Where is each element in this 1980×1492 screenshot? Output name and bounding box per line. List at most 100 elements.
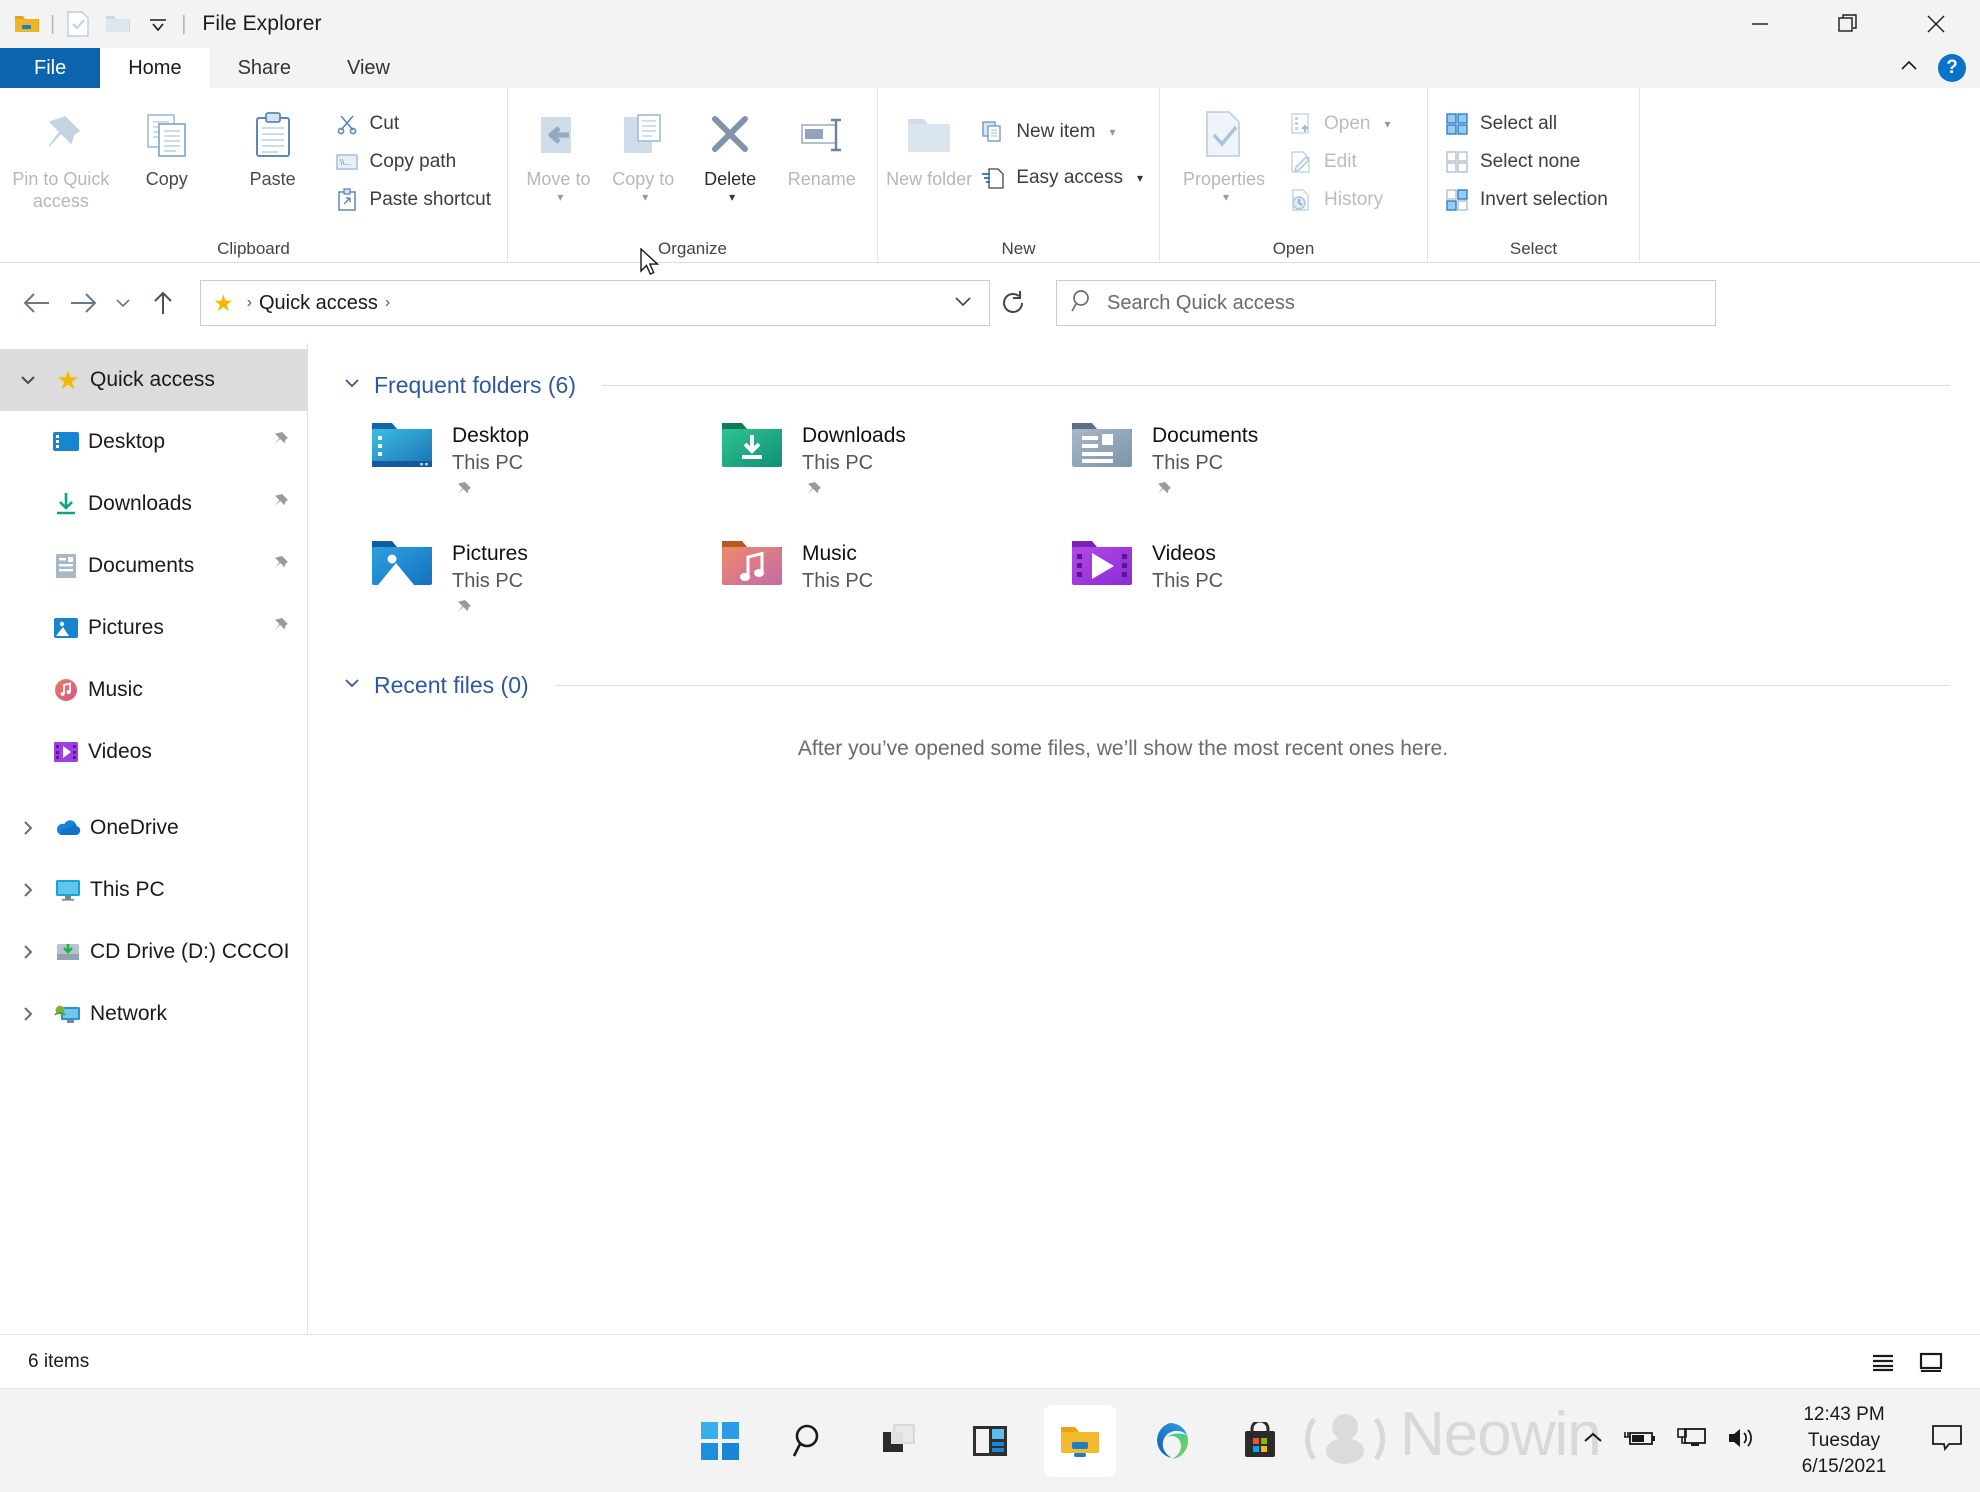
- sidebar-item-onedrive[interactable]: OneDrive: [0, 797, 307, 859]
- folder-item-pictures[interactable]: Pictures This PC: [370, 535, 720, 631]
- clock[interactable]: 12:43 PM Tuesday 6/15/2021: [1774, 1402, 1914, 1480]
- pin-icon[interactable]: [452, 597, 528, 624]
- up-button[interactable]: [140, 280, 186, 326]
- new-folder-icon[interactable]: [99, 5, 137, 43]
- chevron-down-icon[interactable]: [10, 373, 46, 387]
- details-view-button[interactable]: [1866, 1345, 1900, 1379]
- paste-shortcut-button[interactable]: Paste shortcut: [326, 184, 499, 216]
- volume-icon[interactable]: [1726, 1425, 1758, 1456]
- start-button[interactable]: [684, 1405, 756, 1477]
- properties-button[interactable]: Properties ▾: [1168, 98, 1280, 204]
- frequent-folders-header[interactable]: Frequent folders (6): [326, 343, 1980, 401]
- battery-icon[interactable]: [1622, 1426, 1658, 1455]
- pin-icon[interactable]: [269, 553, 291, 580]
- collapse-ribbon-button[interactable]: [1898, 58, 1920, 79]
- rename-button[interactable]: Rename: [774, 98, 869, 190]
- sidebar-item-pictures[interactable]: Pictures: [0, 597, 307, 659]
- edge-button[interactable]: [1134, 1405, 1206, 1477]
- pin-icon[interactable]: [269, 491, 291, 518]
- copy-path-button[interactable]: \\... Copy path: [326, 146, 499, 178]
- sidebar-item-quick-access[interactable]: ★ Quick access: [0, 349, 307, 411]
- properties-icon[interactable]: [59, 5, 97, 43]
- history-button[interactable]: History: [1280, 184, 1399, 216]
- minimize-button[interactable]: [1716, 0, 1804, 48]
- delete-button[interactable]: Delete ▾: [686, 98, 775, 204]
- breadcrumb[interactable]: Quick access: [259, 292, 378, 315]
- pin-icon[interactable]: [269, 429, 291, 456]
- folder-item-music[interactable]: Music This PC: [720, 535, 1070, 631]
- select-none-button[interactable]: Select none: [1436, 146, 1616, 178]
- sidebar-item-desktop[interactable]: Desktop: [0, 411, 307, 473]
- easy-access-button[interactable]: Easy access ▾: [972, 162, 1151, 194]
- properties-caret-icon[interactable]: ▾: [1223, 190, 1229, 204]
- close-button[interactable]: [1892, 0, 1980, 48]
- sidebar-item-documents[interactable]: Documents: [0, 535, 307, 597]
- explorer-icon[interactable]: [8, 5, 46, 43]
- help-button[interactable]: ?: [1938, 54, 1966, 82]
- easy-access-caret-icon[interactable]: ▾: [1137, 171, 1143, 185]
- breadcrumb-separator-2[interactable]: ›: [378, 294, 397, 312]
- tray-expand-button[interactable]: [1580, 1429, 1606, 1452]
- delete-caret-icon[interactable]: ▾: [729, 190, 735, 204]
- folder-item-desktop[interactable]: Desktop This PC: [370, 417, 720, 513]
- tab-share[interactable]: Share: [210, 48, 319, 88]
- sidebar-item-this-pc[interactable]: This PC: [0, 859, 307, 921]
- copy-button[interactable]: Copy: [114, 98, 220, 190]
- edit-button[interactable]: Edit: [1280, 146, 1399, 178]
- tab-view[interactable]: View: [319, 48, 418, 88]
- pin-icon[interactable]: [802, 479, 906, 506]
- chevron-right-icon[interactable]: [10, 943, 46, 961]
- folder-item-videos[interactable]: Videos This PC: [1070, 535, 1420, 631]
- recent-files-header[interactable]: Recent files (0): [326, 631, 1980, 689]
- file-explorer-button[interactable]: [1044, 1405, 1116, 1477]
- sidebar-item-network[interactable]: Network: [0, 983, 307, 1045]
- chevron-down-icon[interactable]: [342, 675, 362, 695]
- copy-to-button[interactable]: Copy to ▾: [601, 98, 686, 204]
- move-to-button[interactable]: Move to ▾: [516, 98, 601, 204]
- sidebar-item-downloads[interactable]: Downloads: [0, 473, 307, 535]
- pin-to-quick-access-button[interactable]: Pin to Quick access: [8, 98, 114, 212]
- search-button[interactable]: [774, 1405, 846, 1477]
- maximize-restore-button[interactable]: [1804, 0, 1892, 48]
- network-tray-icon[interactable]: [1676, 1425, 1708, 1456]
- widgets-button[interactable]: [954, 1405, 1026, 1477]
- new-folder-button[interactable]: New folder: [886, 98, 972, 190]
- move-to-caret-icon[interactable]: ▾: [557, 190, 563, 204]
- new-item-button[interactable]: New item ▾: [972, 116, 1151, 148]
- refresh-button[interactable]: [990, 280, 1036, 326]
- address-dropdown-icon[interactable]: [943, 295, 983, 312]
- sidebar-item-music[interactable]: Music: [0, 659, 307, 721]
- tab-file[interactable]: File: [0, 48, 100, 88]
- chevron-right-icon[interactable]: [10, 1005, 46, 1023]
- tab-home[interactable]: Home: [100, 48, 209, 88]
- chevron-down-icon[interactable]: [139, 5, 177, 43]
- forward-button[interactable]: [60, 280, 106, 326]
- notifications-button[interactable]: [1930, 1423, 1964, 1458]
- copy-to-caret-icon[interactable]: ▾: [642, 190, 648, 204]
- address-bar[interactable]: ★ › Quick access ›: [200, 280, 990, 326]
- back-button[interactable]: [14, 280, 60, 326]
- folder-item-documents[interactable]: Documents This PC: [1070, 417, 1420, 513]
- sidebar-item-cd-drive[interactable]: CD Drive (D:) CCCOI: [0, 921, 307, 983]
- sidebar-item-videos[interactable]: Videos: [0, 721, 307, 783]
- pin-icon[interactable]: [1152, 479, 1258, 506]
- open-caret-icon[interactable]: ▾: [1384, 117, 1390, 131]
- paste-button[interactable]: Paste: [220, 98, 326, 190]
- chevron-right-icon[interactable]: [10, 881, 46, 899]
- chevron-down-icon[interactable]: [342, 375, 362, 395]
- cut-button[interactable]: Cut: [326, 108, 499, 140]
- store-button[interactable]: [1224, 1405, 1296, 1477]
- invert-selection-button[interactable]: Invert selection: [1436, 184, 1616, 216]
- select-all-button[interactable]: Select all: [1436, 108, 1616, 140]
- folder-item-downloads[interactable]: Downloads This PC: [720, 417, 1070, 513]
- chevron-right-icon[interactable]: [10, 819, 46, 837]
- large-icons-view-button[interactable]: [1914, 1345, 1948, 1379]
- search-input[interactable]: Search Quick access: [1107, 292, 1295, 315]
- pin-icon[interactable]: [452, 479, 529, 506]
- task-view-button[interactable]: [864, 1405, 936, 1477]
- new-item-caret-icon[interactable]: ▾: [1110, 125, 1116, 139]
- search-box[interactable]: Search Quick access: [1056, 280, 1716, 326]
- open-button[interactable]: Open ▾: [1280, 108, 1399, 140]
- pin-icon[interactable]: [269, 615, 291, 642]
- recent-locations-button[interactable]: [106, 280, 140, 326]
